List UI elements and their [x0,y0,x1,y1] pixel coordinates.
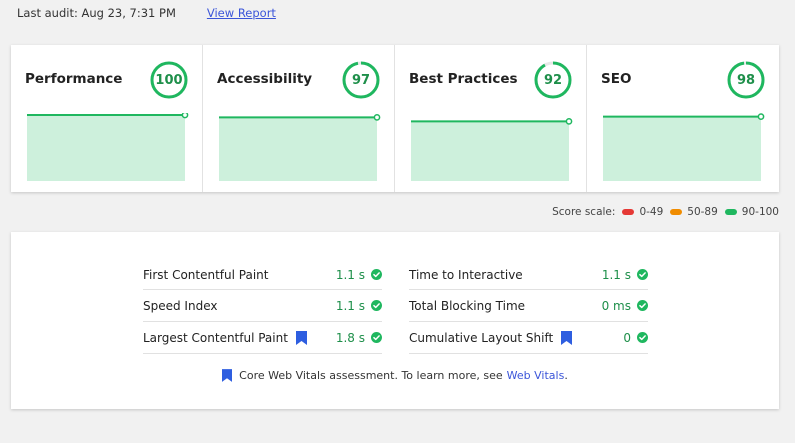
scale-range-text: 0-49 [639,206,664,218]
score-trend-chart [410,113,574,181]
score-trend-chart [218,113,382,181]
score-card-performance[interactable]: Performance 100 [11,45,203,192]
trend-area [219,117,377,181]
metrics-column-left: First Contentful Paint 1.1 s Speed Index… [143,260,382,354]
score-cards: Performance 100 Accessibility 97 Best Pr… [11,45,779,192]
score-scale-legend: Score scale: 0-49 50-89 90-100 [552,206,779,218]
score-trend-chart [602,113,766,181]
metric-label: Largest Contentful Paint [143,330,336,345]
average-pill-icon [670,209,683,215]
poor-pill-icon [622,209,635,215]
check-circle-icon [637,269,648,280]
metric-label-text: Cumulative Layout Shift [409,330,554,345]
score-card-title: Performance [25,71,123,87]
metric-value: 1.1 s [335,298,365,313]
score-gauge: 98 [727,61,765,99]
score-card-title: Best Practices [409,71,518,87]
metric-value: 1.1 s [601,267,631,282]
trend-point [757,113,765,120]
scale-item-average: 50-89 [670,206,718,218]
score-value: 97 [351,72,371,88]
score-card-accessibility[interactable]: Accessibility 97 [203,45,395,192]
metric-label: Cumulative Layout Shift [409,330,623,345]
bookmark-icon[interactable] [295,330,307,345]
metric-label-text: Largest Contentful Paint [143,330,288,345]
scale-item-poor: 0-49 [622,206,663,218]
metric-row-fcp: First Contentful Paint 1.1 s [143,260,382,290]
metric-label: Time to Interactive [409,268,602,282]
score-value: 100 [155,72,183,88]
check-circle-icon [371,300,382,311]
metric-label-text: Time to Interactive [409,267,523,282]
metrics-column-right: Time to Interactive 1.1 s Total Blocking… [409,260,648,354]
score-card-title: Accessibility [217,71,313,87]
check-circle-icon [637,300,648,311]
score-gauge: 100 [150,61,188,99]
check-circle-icon [637,332,648,343]
score-value: 92 [543,72,563,88]
scale-range-text: 50-89 [687,206,718,218]
metric-row-cls: Cumulative Layout Shift 0 [409,322,648,354]
bookmark-icon[interactable] [561,330,573,345]
trend-point [181,113,189,119]
web-vitals-link[interactable]: Web Vitals [507,369,565,382]
good-pill-icon [724,209,737,215]
metric-value: 0 [623,330,631,345]
trend-point [373,114,381,121]
metrics-grid: First Contentful Paint 1.1 s Speed Index… [143,260,648,354]
scale-range-text: 90-100 [741,206,779,218]
check-circle-icon [371,269,382,280]
trend-area [27,115,185,181]
metric-label-text: First Contentful Paint [143,267,269,282]
metric-value: 1.1 s [335,267,365,282]
metric-row-tti: Time to Interactive 1.1 s [409,260,648,290]
trend-point [565,118,573,125]
view-report-link[interactable]: View Report [207,6,276,20]
score-card-best-practices[interactable]: Best Practices 92 [395,45,587,192]
metric-value: 1.8 s [335,330,365,345]
core-web-vitals-note: Core Web Vitals assessment. To learn mor… [11,369,779,382]
score-card-title: SEO [601,71,632,87]
metric-value: 0 ms [601,298,631,313]
scale-item-good: 90-100 [724,206,779,218]
metric-label: First Contentful Paint [143,268,336,282]
audit-bar: Last audit: Aug 23, 7:31 PM View Report [17,5,276,21]
bookmark-icon [222,369,233,382]
score-card-seo[interactable]: SEO 98 [587,45,779,192]
score-value: 98 [736,72,756,88]
metric-row-tbt: Total Blocking Time 0 ms [409,290,648,322]
score-gauge: 92 [534,61,572,99]
score-gauge: 97 [342,61,380,99]
metric-row-lcp: Largest Contentful Paint 1.8 s [143,322,382,354]
check-circle-icon [371,332,382,343]
footer-period: . [564,369,568,382]
metric-row-speed-index: Speed Index 1.1 s [143,290,382,322]
metrics-panel: First Contentful Paint 1.1 s Speed Index… [11,232,779,409]
metric-label: Speed Index [143,299,336,313]
metric-label: Total Blocking Time [409,299,602,313]
metric-label-text: Total Blocking Time [409,298,526,313]
metric-label-text: Speed Index [143,298,218,313]
score-scale-label: Score scale: [552,206,616,218]
footer-text: Core Web Vitals assessment. To learn mor… [239,369,503,382]
trend-area [603,116,761,181]
last-audit-text: Last audit: Aug 23, 7:31 PM [17,6,176,20]
score-trend-chart [26,113,190,181]
trend-area [411,121,569,181]
